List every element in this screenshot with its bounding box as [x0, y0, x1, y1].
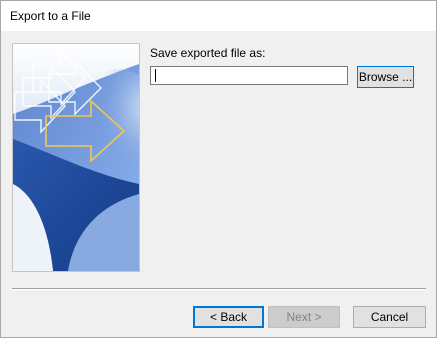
text-caret [155, 69, 156, 82]
wizard-banner-image [12, 43, 140, 272]
next-button[interactable]: Next > [268, 306, 340, 328]
file-path-input[interactable] [150, 66, 348, 85]
cancel-button[interactable]: Cancel [353, 306, 426, 328]
save-as-label: Save exported file as: [150, 46, 266, 60]
dialog-title: Export to a File [10, 9, 91, 23]
browse-button[interactable]: Browse ... [357, 66, 414, 88]
back-button[interactable]: < Back [193, 306, 264, 328]
footer-separator [12, 288, 426, 290]
export-dialog: Export to a File Save exported file as: … [0, 0, 437, 338]
title-bar[interactable]: Export to a File [1, 1, 436, 31]
export-wizard-arrows-graphic [13, 44, 139, 271]
